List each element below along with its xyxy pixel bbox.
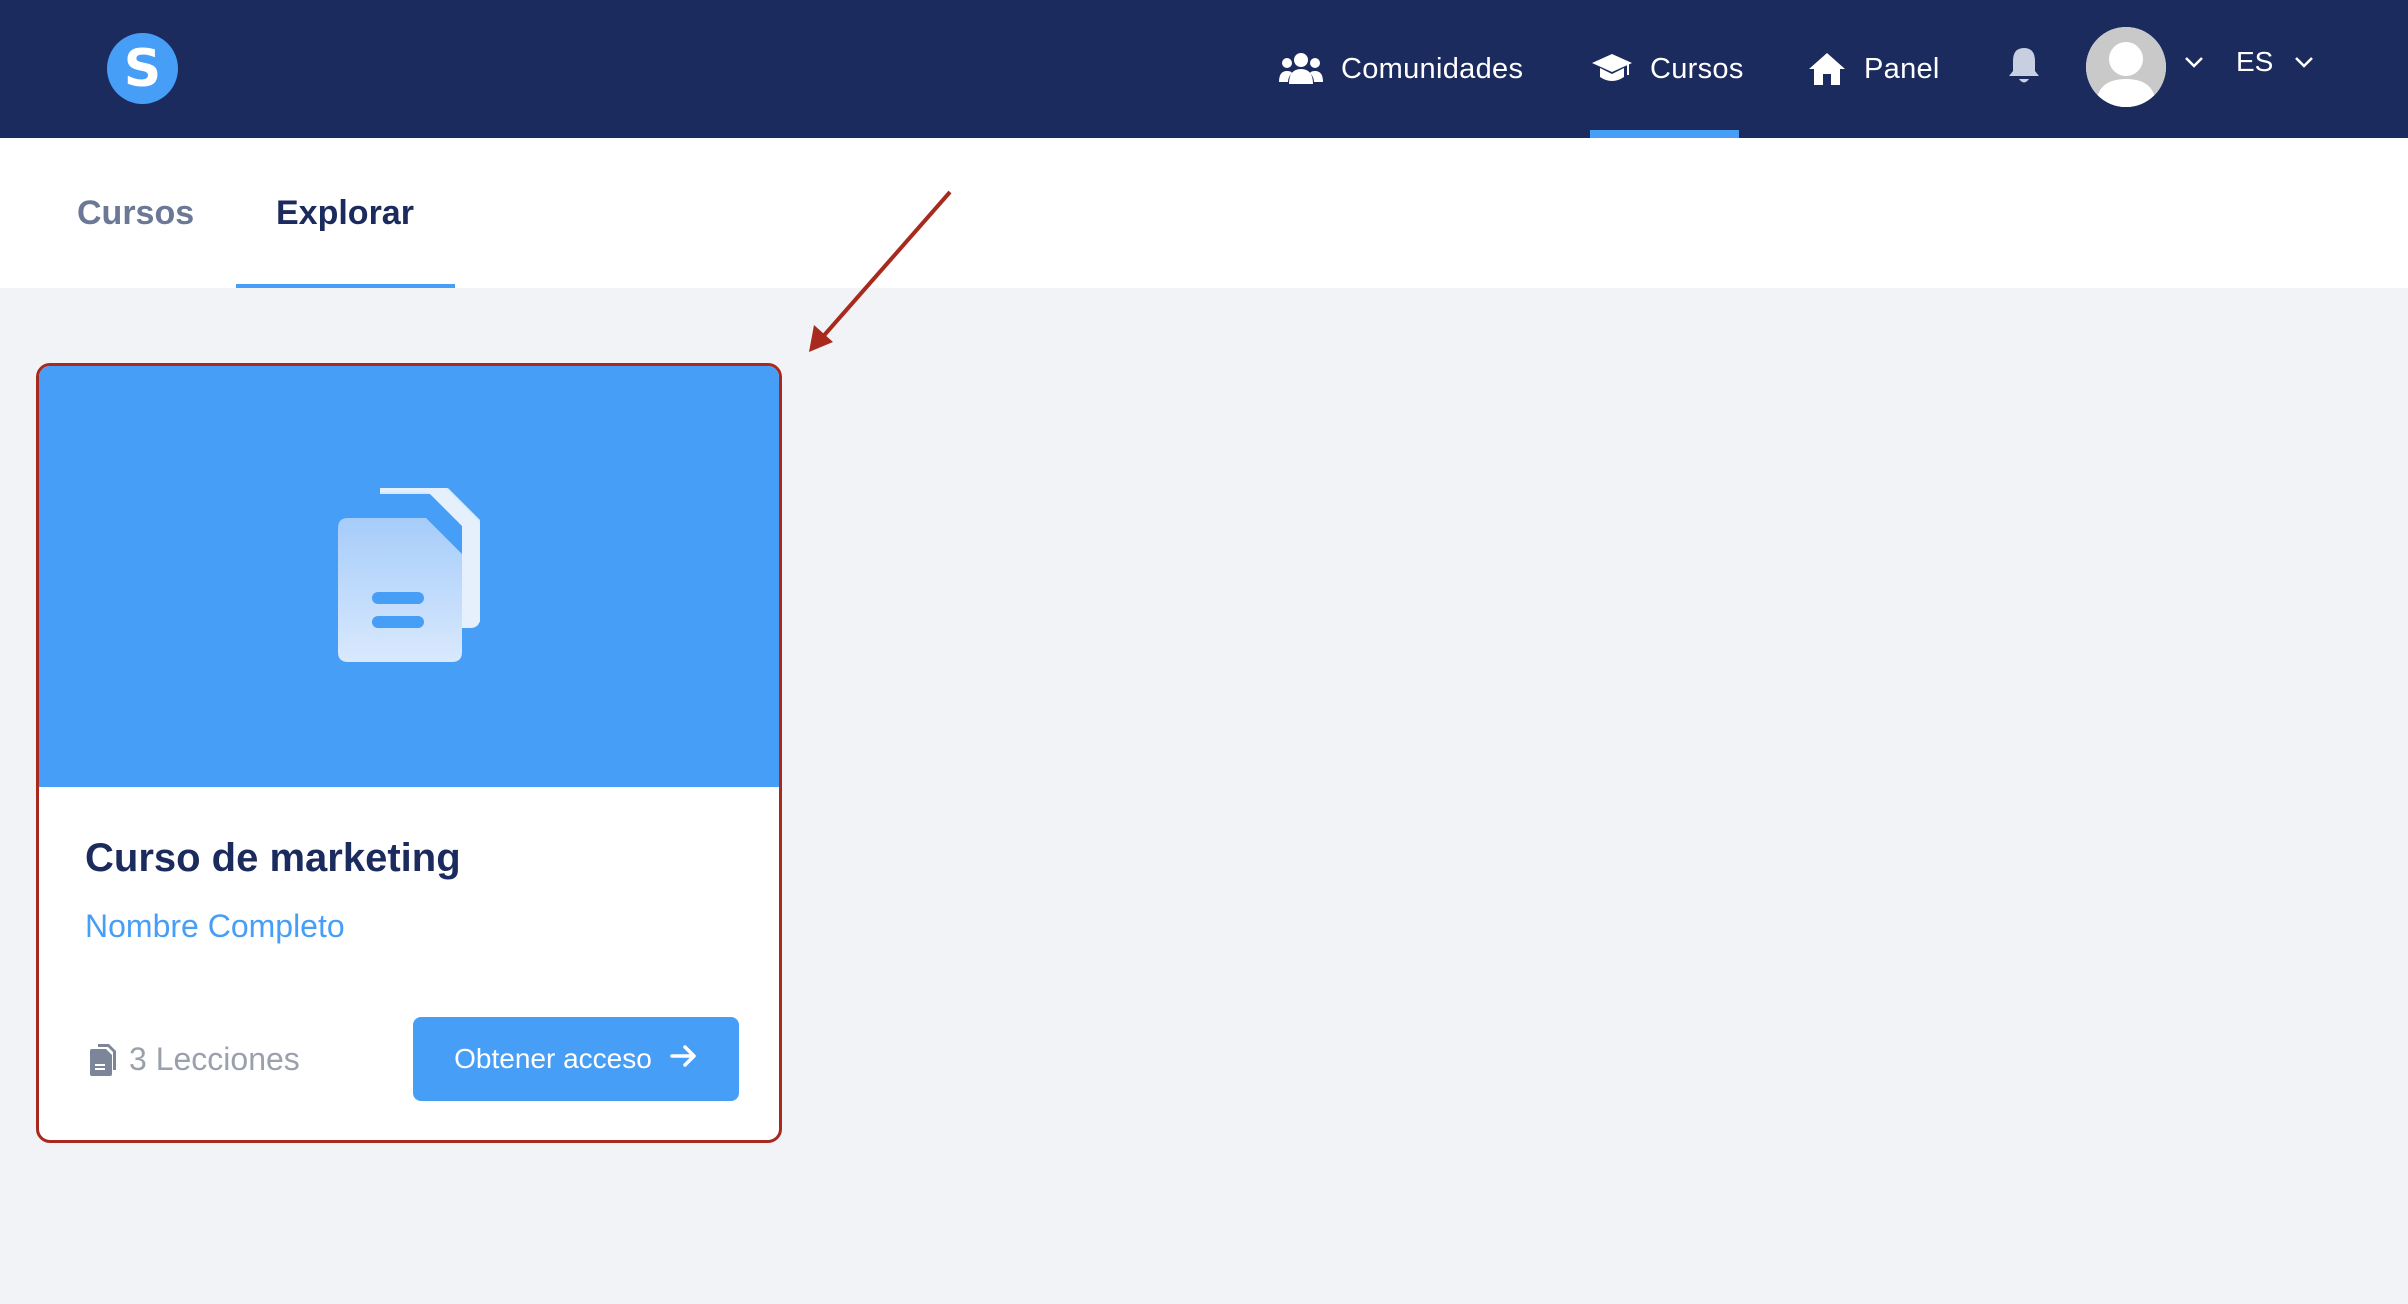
home-icon bbox=[1808, 52, 1846, 86]
tab-explorar[interactable]: Explorar bbox=[276, 138, 414, 288]
arrow-right-icon bbox=[670, 1043, 698, 1075]
active-tab-indicator bbox=[236, 284, 455, 288]
get-access-label: Obtener acceso bbox=[454, 1043, 652, 1074]
lesson-count-label: 3 Lecciones bbox=[129, 1041, 300, 1077]
lesson-count: 3 Lecciones bbox=[89, 1041, 300, 1078]
course-card-image bbox=[39, 366, 779, 787]
course-title[interactable]: Curso de marketing bbox=[85, 836, 461, 881]
bell-icon[interactable] bbox=[2006, 46, 2042, 91]
logo-letter: S bbox=[123, 38, 162, 99]
user-avatar[interactable] bbox=[2086, 27, 2166, 107]
graduation-cap-icon bbox=[1592, 52, 1632, 86]
course-card[interactable]: Curso de marketing Nombre Completo 3 Lec… bbox=[36, 363, 782, 1143]
chevron-down-icon[interactable] bbox=[2184, 55, 2204, 73]
get-access-button[interactable]: Obtener acceso bbox=[413, 1017, 739, 1101]
annotation-arrow bbox=[800, 180, 960, 365]
users-icon bbox=[1279, 52, 1323, 86]
nav-item-comunidades[interactable]: Comunidades bbox=[1279, 0, 1523, 138]
brand-logo[interactable]: S bbox=[107, 33, 178, 104]
tab-cursos[interactable]: Cursos bbox=[77, 138, 194, 288]
nav-item-label: Panel bbox=[1864, 52, 1940, 85]
active-nav-indicator bbox=[1590, 130, 1739, 138]
documents-icon bbox=[334, 484, 484, 669]
nav-item-label: Cursos bbox=[1650, 52, 1744, 85]
documents-icon bbox=[89, 1043, 117, 1077]
nav-item-panel[interactable]: Panel bbox=[1808, 0, 1940, 138]
top-navbar: S Comunidades Cursos Panel ES bbox=[0, 0, 2408, 138]
course-author[interactable]: Nombre Completo bbox=[85, 908, 345, 945]
language-selector[interactable]: ES bbox=[2236, 46, 2273, 78]
sub-tab-bar: Cursos Explorar bbox=[0, 138, 2408, 288]
nav-item-label: Comunidades bbox=[1341, 52, 1524, 85]
chevron-down-icon[interactable] bbox=[2294, 55, 2314, 73]
nav-item-cursos[interactable]: Cursos bbox=[1592, 0, 1744, 138]
